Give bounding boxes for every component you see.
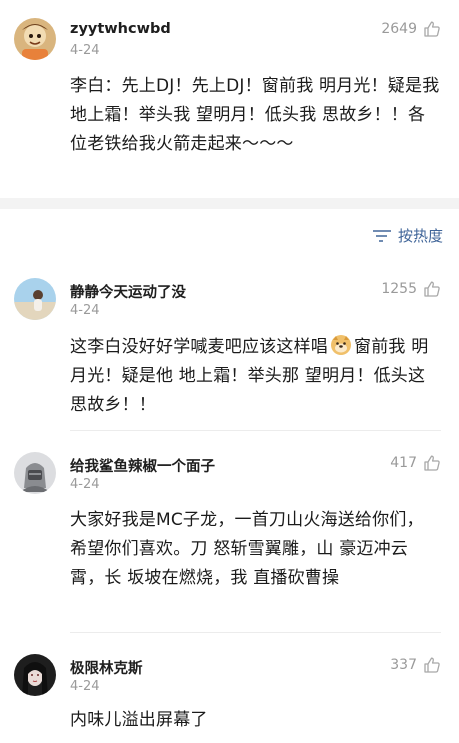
like-button[interactable]: 337 (390, 656, 441, 674)
comment-item: 极限林克斯 4-24 337 内味儿溢出屏幕了 (0, 0, 459, 743)
thumbs-up-icon (424, 657, 440, 673)
avatar-image-icon (14, 654, 56, 696)
avatar[interactable] (14, 654, 56, 696)
comment-text: 内味儿溢出屏幕了 (70, 710, 208, 730)
like-count: 337 (390, 657, 417, 673)
comment-date: 4-24 (70, 679, 100, 694)
username[interactable]: 极限林克斯 (70, 657, 143, 678)
